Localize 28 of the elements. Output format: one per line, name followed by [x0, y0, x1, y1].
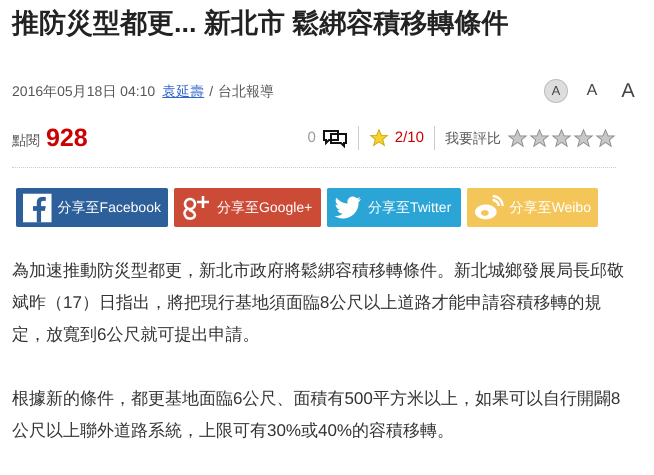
article-paragraph: 根據新的條件，都更基地面臨6公尺、面積有500平方米以上，如果可以自行開闢8公尺以上聯外道路系統，上限可有30%或40%的容積移轉。 [12, 388, 622, 442]
share-button[interactable]: 分享至Facebook [16, 188, 168, 227]
star-icon [368, 128, 389, 148]
rate-star-icon[interactable] [573, 128, 594, 148]
separator: / [209, 82, 214, 100]
rate-label: 我要評比 [445, 128, 501, 148]
desk-label: 台北報導 [218, 82, 274, 100]
comment-count: 0 [307, 128, 316, 148]
bird-icon [334, 196, 362, 220]
rate-star-icon[interactable] [595, 128, 616, 148]
view-count: 928 [46, 123, 88, 153]
publish-date: 2016年05月18日 04:10 [12, 82, 156, 100]
rate-star-icon[interactable] [507, 128, 528, 148]
article-paragraph: 為加速推動防災型都更，新北市政府將鬆綁容積移轉條件。新北城鄉發展局長邱敬斌昨（17）日指出，將把現行基地須面臨8公尺以上道路才能申請容積移轉的規定，放寬到6公尺就可提出申請。 [12, 260, 625, 346]
share-button[interactable]: 分享至Google+ [174, 188, 321, 227]
google-plus-icon [181, 194, 211, 222]
rating-score: 2/10 [394, 128, 424, 148]
facebook-icon [23, 192, 52, 222]
weibo-icon [474, 194, 504, 220]
font-size-button[interactable]: A [580, 79, 604, 103]
rate-star-icon[interactable] [551, 128, 572, 148]
views-label: 點閱 [12, 130, 40, 150]
rate-star-icon[interactable] [529, 128, 550, 148]
author-link[interactable]: 袁延壽 [162, 80, 204, 102]
comment-icon[interactable] [322, 128, 348, 148]
headline: 推防災型都更... 新北市 鬆綁容積移轉條件 [12, 7, 510, 40]
font-size-button[interactable]: A [616, 79, 640, 103]
font-size-button[interactable]: A [544, 79, 568, 103]
